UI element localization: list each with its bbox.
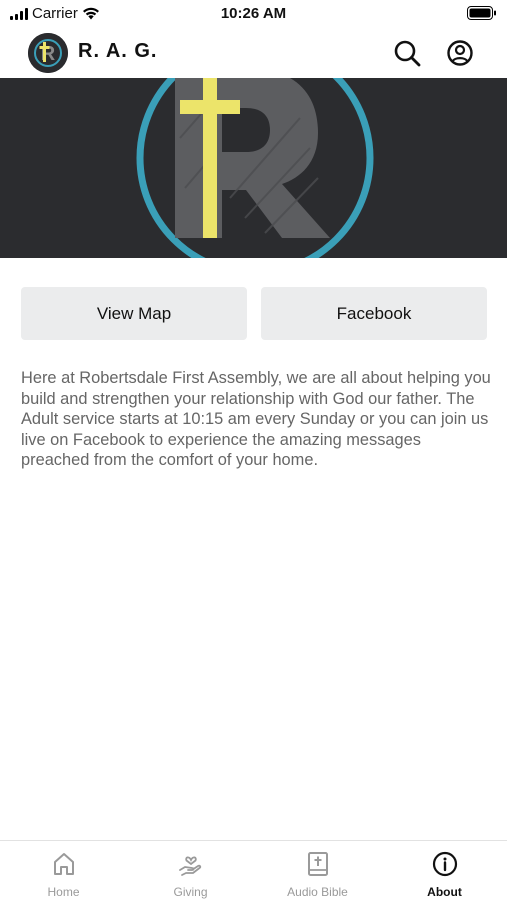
hero-banner (0, 78, 507, 258)
nav-item-audio-bible[interactable]: Audio Bible (254, 841, 381, 900)
nav-label-giving: Giving (173, 885, 208, 899)
app-logo[interactable]: R (28, 33, 68, 73)
bible-icon (307, 852, 328, 876)
facebook-button[interactable]: Facebook (261, 287, 487, 340)
search-icon (394, 40, 421, 67)
home-icon (53, 853, 74, 875)
nav-item-giving[interactable]: Giving (127, 841, 254, 900)
nav-label-audio-bible: Audio Bible (287, 885, 348, 899)
nav-item-about[interactable]: About (381, 841, 507, 900)
church-logo-image (0, 78, 507, 258)
bottom-nav: Home Giving Audio Bible About (0, 840, 507, 900)
account-icon (447, 40, 473, 66)
nav-label-home: Home (47, 885, 80, 899)
nav-item-home[interactable]: Home (0, 841, 127, 900)
about-description: Here at Robertsdale First Assembly, we a… (21, 369, 491, 469)
status-time: 10:26 AM (220, 5, 287, 22)
app-title: R. A. G. (78, 40, 158, 62)
battery-icon (467, 6, 497, 25)
info-icon (432, 851, 457, 877)
view-map-button[interactable]: View Map (21, 287, 247, 340)
app-header: R R. A. G. (0, 28, 507, 78)
search-button[interactable] (392, 38, 422, 68)
status-bar: Carrier 10:26 AM (0, 0, 507, 28)
account-button[interactable] (445, 38, 475, 68)
giving-hand-heart-icon (178, 856, 201, 876)
nav-label-about: About (427, 885, 462, 899)
